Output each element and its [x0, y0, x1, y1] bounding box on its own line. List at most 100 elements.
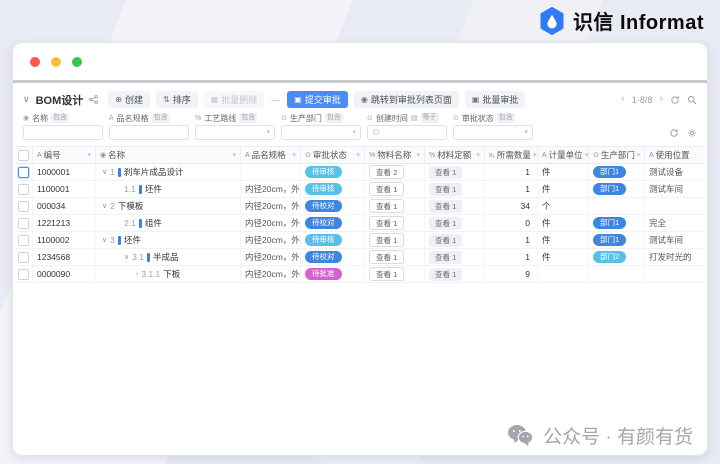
header-usage-location: A 使用位置 [649, 150, 690, 160]
view-collapse-icon[interactable]: ∨ [23, 94, 30, 105]
view-materials-button[interactable]: 查看 1 [369, 250, 405, 264]
column-menu-icon[interactable]: ▾ [585, 151, 588, 159]
row-checkbox[interactable] [18, 234, 29, 246]
brand-name: 识信 Informat [572, 12, 704, 34]
sort-button[interactable]: ⇅ 排序 [155, 91, 198, 108]
filter-approval-status-select[interactable]: ▾ [453, 125, 533, 140]
row-checkbox[interactable] [18, 183, 29, 195]
cell-spec: 内径20cm，外径35cm， [241, 181, 301, 197]
view-quota-button[interactable]: 查看 1 [429, 233, 463, 247]
column-menu-icon[interactable]: ▾ [356, 151, 360, 159]
close-window-button[interactable] [30, 56, 40, 67]
gear-icon[interactable] [687, 128, 697, 138]
cell-unit: 件 [538, 164, 589, 180]
cell-approval-status: 待审核 [301, 232, 365, 248]
text-field-icon: A [37, 151, 42, 159]
search-icon[interactable] [687, 95, 697, 105]
view-quota-button[interactable]: 查看 1 [429, 165, 463, 179]
filter-operator[interactable]: 包含 [151, 113, 170, 123]
minimize-window-button[interactable] [51, 56, 61, 67]
filter-operator[interactable]: 等于 [420, 113, 439, 123]
row-checkbox[interactable] [18, 217, 29, 229]
cell-material-name: 查看 2 [365, 164, 425, 180]
row-checkbox[interactable] [18, 200, 29, 212]
header-id: A 编号 ▾ [33, 147, 96, 163]
filter-name-input[interactable] [23, 125, 103, 140]
goto-approval-list-button[interactable]: ◉ 跳转到审批列表页面 [353, 91, 459, 108]
cell-material-quota: 查看 1 [425, 164, 485, 180]
view-materials-button[interactable]: 查看 1 [369, 216, 405, 230]
tree-index: 1 [110, 167, 115, 177]
cell-approval-status: 待校对 [301, 215, 365, 231]
tree-index: 1.1 [124, 184, 136, 194]
view-quota-button[interactable]: 查看 1 [429, 216, 463, 230]
view-materials-button[interactable]: 查看 1 [369, 267, 405, 281]
view-materials-button[interactable]: 查看 2 [369, 165, 405, 179]
tree-expand-icon[interactable]: ∨ [102, 236, 107, 244]
view-materials-button[interactable]: 查看 1 [369, 233, 405, 247]
batch-approval-button[interactable]: ▣ 批量审批 [464, 91, 526, 108]
tree-expand-icon[interactable]: ∨ [102, 202, 107, 210]
filter-name: ◉ 名称 包含 [23, 113, 103, 140]
column-menu-icon[interactable]: ▾ [533, 151, 537, 159]
row-unit: 个 [542, 201, 551, 211]
view-quota-button[interactable]: 查看 1 [429, 267, 463, 281]
column-menu-icon[interactable]: ▾ [292, 151, 296, 159]
filter-process-route-select[interactable]: ▾ [195, 125, 275, 140]
view-quota-button[interactable]: 查看 1 [429, 182, 463, 196]
desktop-background: 识信 Informat ∨ BOM设计 ⊕ 创建 ⇅ 排序 ▦ 批量删除 — ▣… [0, 0, 720, 464]
table-row[interactable]: 1221213 2.1 组件 内径20cm，外径35cm， 待校对 查看 1 查看 1 0 件 部… [15, 215, 705, 232]
tree-collapsed-icon[interactable]: › [136, 271, 138, 278]
filter-operator[interactable]: 包含 [239, 113, 258, 123]
grid-icon: ▦ [210, 94, 219, 104]
filter-operator[interactable]: 包含 [324, 113, 343, 123]
table-row[interactable]: 1000001 ∨ 1 刹车片成品设计 待审核 查看 2 查看 1 1 件部门1 测试设备 [15, 164, 705, 181]
tree-expand-icon[interactable]: ∨ [102, 168, 107, 176]
row-location: 测试设备 [649, 167, 684, 177]
refresh-icon[interactable] [670, 95, 680, 105]
cell-checkbox [15, 215, 33, 231]
row-name: 下模板 [117, 201, 144, 211]
share-icon[interactable] [89, 95, 99, 104]
column-menu-icon[interactable]: ▾ [637, 151, 641, 159]
create-button[interactable]: ⊕ 创建 [108, 91, 150, 108]
row-checkbox[interactable] [18, 251, 29, 263]
cell-qty: 1 [485, 232, 538, 248]
submit-approval-button[interactable]: ▣ 提交审批 [287, 91, 348, 108]
table-row[interactable]: 1234568 ∨3.1 半成品 内径20cm，外径35cm， 待校对 查看 1 查看 1 1… [15, 249, 705, 266]
filter-spec-input[interactable] [109, 125, 189, 140]
column-menu-icon[interactable]: ▾ [476, 151, 480, 159]
submit-icon: ▣ [294, 94, 302, 104]
table-body: 1000001 ∨ 1 刹车片成品设计 待审核 查看 2 查看 1 1 件部门1 测试设备 1100… [15, 164, 705, 283]
filter-create-time-date-input[interactable]: ⊙ [367, 125, 447, 140]
cell-approval-status: 待校对 [301, 249, 365, 265]
table-row[interactable]: 1100001 1.1 坯件 内径20cm，外径35cm， 待审核 查看 1 查看 1 1 件 部… [15, 181, 705, 198]
row-checkbox[interactable] [18, 166, 29, 178]
cell-material-quota: 查看 1 [425, 232, 485, 248]
table-row[interactable]: 000034∨2下模板内径20cm，外径35cm，待校对查看 1查看 134个 [15, 198, 705, 215]
filter-operator[interactable]: 包含 [496, 113, 515, 123]
filter-operator[interactable]: 包含 [51, 113, 70, 123]
row-checkbox[interactable] [18, 268, 29, 280]
view-materials-button[interactable]: 查看 1 [369, 199, 405, 213]
item-bar-icon [138, 184, 142, 194]
cell-spec: 内径20cm，外径35cm， [241, 215, 301, 231]
column-menu-icon[interactable]: ▾ [87, 151, 91, 159]
cell-material-name: 查看 1 [365, 181, 425, 197]
table-row[interactable]: 0000090›3.1.1下板内径20cm，外径35cm，待批准查看 1查看 1… [15, 266, 705, 283]
view-quota-button[interactable]: 查看 1 [429, 199, 463, 213]
table-row[interactable]: 1100002 ∨3 坯件 内径20cm，外径35cm， 待审核 查看 1 查看 1 1 件 部门… [15, 232, 705, 249]
column-menu-icon[interactable]: ▾ [232, 151, 236, 159]
link-field-icon: % [429, 151, 436, 159]
filter-production-dept-select[interactable]: ▾ [281, 125, 361, 140]
view-quota-button[interactable]: 查看 1 [429, 250, 463, 264]
tree-expand-icon[interactable]: ∨ [124, 253, 129, 261]
next-page-icon[interactable]: › [659, 94, 663, 105]
refresh-filters-icon[interactable] [669, 128, 679, 138]
prev-page-icon[interactable]: ‹ [621, 94, 625, 105]
select-all-checkbox[interactable] [18, 149, 29, 161]
zoom-window-button[interactable] [72, 56, 82, 67]
column-menu-icon[interactable]: ▾ [416, 151, 420, 159]
filter-approval-status: ⊙ 审批状态 包含 ▾ [453, 113, 533, 140]
view-materials-button[interactable]: 查看 1 [369, 182, 405, 196]
